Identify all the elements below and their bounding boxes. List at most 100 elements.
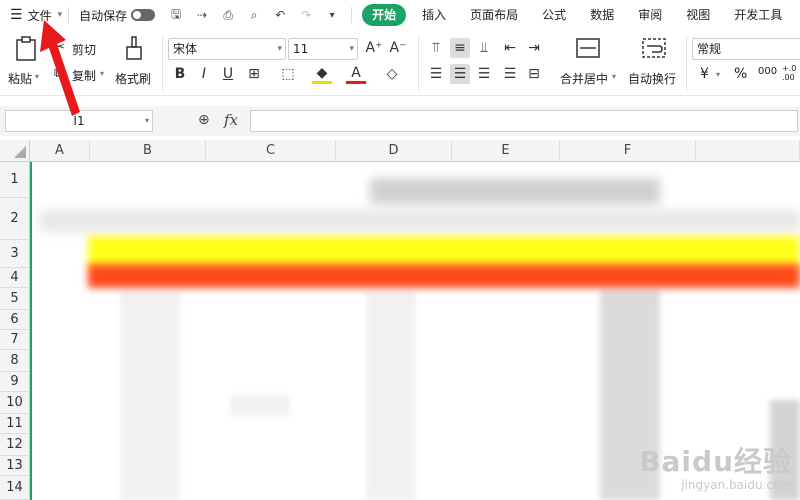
align-middle-icon[interactable]: ≡ — [450, 38, 470, 58]
increase-indent-icon[interactable]: ⇥ — [524, 38, 544, 58]
formula-input[interactable] — [250, 110, 798, 132]
watermark-logo: Baidu经验 — [639, 445, 792, 478]
wrap-text-label: 自动换行 — [628, 72, 677, 86]
decimal-icon[interactable]: +.0 .00 — [782, 64, 798, 82]
column-header-a[interactable]: A — [30, 140, 90, 162]
redo-icon[interactable]: ↷ — [298, 7, 314, 23]
justify-icon[interactable]: ☰ — [500, 64, 520, 84]
align-top-icon[interactable]: ⫪ — [426, 38, 446, 58]
watermark-url: jingyan.baidu.com — [681, 478, 792, 492]
fill-pattern-icon[interactable]: ⬚ — [278, 64, 298, 84]
zoom-icon[interactable]: ⊕ — [198, 112, 210, 128]
percent-icon[interactable]: % — [734, 66, 747, 82]
chevron-down-icon: ▾ — [144, 116, 149, 125]
align-center-icon[interactable]: ☰ — [450, 64, 470, 84]
font-name-value: 宋体 — [173, 42, 198, 56]
format-painter-label: 格式刷 — [115, 72, 152, 86]
font-size-select[interactable]: 11 ▾ — [288, 38, 358, 60]
row-header-8[interactable]: 8 — [0, 350, 30, 372]
decrease-indent-icon[interactable]: ⇤ — [500, 38, 520, 58]
underline-label: U — [222, 66, 234, 82]
merge-center-button[interactable]: 合并居中 ▾ — [556, 36, 622, 92]
customize-toolbar-icon[interactable]: ▾ — [324, 7, 340, 23]
wrap-text-icon — [642, 38, 666, 58]
row-header-2[interactable]: 2 — [0, 198, 30, 240]
selection-left-border — [30, 162, 32, 500]
bold-label: B — [174, 66, 186, 82]
tab-formulas[interactable]: 公式 — [530, 0, 578, 30]
italic-button[interactable]: I — [194, 64, 214, 84]
tab-review[interactable]: 审阅 — [626, 0, 674, 30]
currency-icon[interactable]: ¥ — [700, 66, 709, 82]
column-header-d[interactable]: D — [336, 140, 452, 162]
row-header-13[interactable]: 13 — [0, 456, 30, 476]
print-preview-icon[interactable]: ⌕ — [246, 7, 262, 23]
chevron-down-icon: ▾ — [100, 69, 105, 78]
blurred-title — [370, 178, 660, 204]
bold-button[interactable]: B — [170, 64, 190, 84]
row-header-6[interactable]: 6 — [0, 310, 30, 330]
brush-icon — [126, 36, 142, 60]
tab-home[interactable]: 开始 — [362, 4, 407, 26]
font-color-icon[interactable]: A — [346, 64, 366, 84]
number-format-select[interactable]: 常规 — [692, 38, 800, 60]
highlight-band-orange — [88, 264, 800, 288]
row-header-14[interactable]: 14 — [0, 476, 30, 500]
separator — [351, 7, 353, 23]
tab-insert[interactable]: 插入 — [410, 0, 458, 30]
tab-data[interactable]: 数据 — [578, 0, 626, 30]
select-all-corner[interactable] — [0, 140, 30, 162]
blurred-column-d — [366, 290, 416, 500]
chevron-down-icon: ▾ — [57, 10, 63, 20]
corner-triangle-icon — [14, 146, 26, 158]
increase-font-icon[interactable]: A⁺ — [364, 38, 384, 58]
column-header-c[interactable]: C — [206, 140, 336, 162]
decrease-font-icon[interactable]: A⁻ — [388, 38, 408, 58]
column-header-blank[interactable] — [696, 140, 800, 162]
thousands-icon[interactable]: 000 — [758, 66, 777, 77]
tab-developer[interactable]: 开发工具 — [722, 0, 794, 30]
align-right-icon[interactable]: ☰ — [474, 64, 494, 84]
column-header-e[interactable]: E — [452, 140, 560, 162]
underline-button[interactable]: U — [218, 64, 238, 84]
print-icon[interactable]: ⎙ — [220, 7, 236, 23]
border-icon[interactable]: ⊞ — [244, 64, 264, 84]
row-header-9[interactable]: 9 — [0, 372, 30, 392]
wrap-text-button[interactable]: 自动换行 — [626, 36, 682, 92]
chevron-down-icon: ▾ — [277, 44, 282, 54]
row-header-5[interactable]: 5 — [0, 288, 30, 310]
distribute-icon[interactable]: ⊟ — [524, 64, 544, 84]
row-header-1[interactable]: 1 — [0, 162, 30, 198]
row-header-4[interactable]: 4 — [0, 268, 30, 288]
separator — [418, 36, 419, 92]
autosave-toggle[interactable] — [131, 9, 156, 21]
chevron-down-icon: ▾ — [349, 44, 354, 54]
font-name-select[interactable]: 宋体 ▾ — [168, 38, 286, 60]
row-header-12[interactable]: 12 — [0, 434, 30, 456]
row-header-7[interactable]: 7 — [0, 330, 30, 350]
fx-icon[interactable]: fx — [224, 111, 238, 129]
row-header-3[interactable]: 3 — [0, 240, 30, 268]
undo-icon[interactable]: ↶ — [272, 7, 288, 23]
fill-color-icon[interactable]: ◆ — [312, 64, 332, 84]
column-header-f[interactable]: F — [560, 140, 696, 162]
number-format-value: 常规 — [697, 42, 722, 56]
separator — [686, 36, 687, 92]
tab-view[interactable]: 视图 — [674, 0, 722, 30]
blurred-header-row — [40, 210, 800, 232]
tab-page-layout[interactable]: 页面布局 — [458, 0, 530, 30]
clear-format-icon[interactable]: ◇ — [382, 64, 402, 84]
row-header-10[interactable]: 10 — [0, 392, 30, 414]
format-painter-button[interactable]: 格式刷 — [112, 36, 156, 92]
blurred-cell-c — [230, 395, 290, 415]
align-left-icon[interactable]: ☰ — [426, 64, 446, 84]
merge-cells-icon — [576, 38, 600, 58]
share-icon[interactable]: ⇢ — [194, 7, 210, 23]
column-header-b[interactable]: B — [90, 140, 206, 162]
formula-bar: I1 ▾ ⊕ fx — [0, 106, 800, 136]
save-icon[interactable]: 🖫 — [168, 7, 184, 23]
autosave-label: 自动保存 — [79, 8, 128, 23]
merge-center-label: 合并居中 — [560, 72, 609, 86]
align-bottom-icon[interactable]: ⫫ — [474, 38, 494, 58]
row-header-11[interactable]: 11 — [0, 414, 30, 434]
